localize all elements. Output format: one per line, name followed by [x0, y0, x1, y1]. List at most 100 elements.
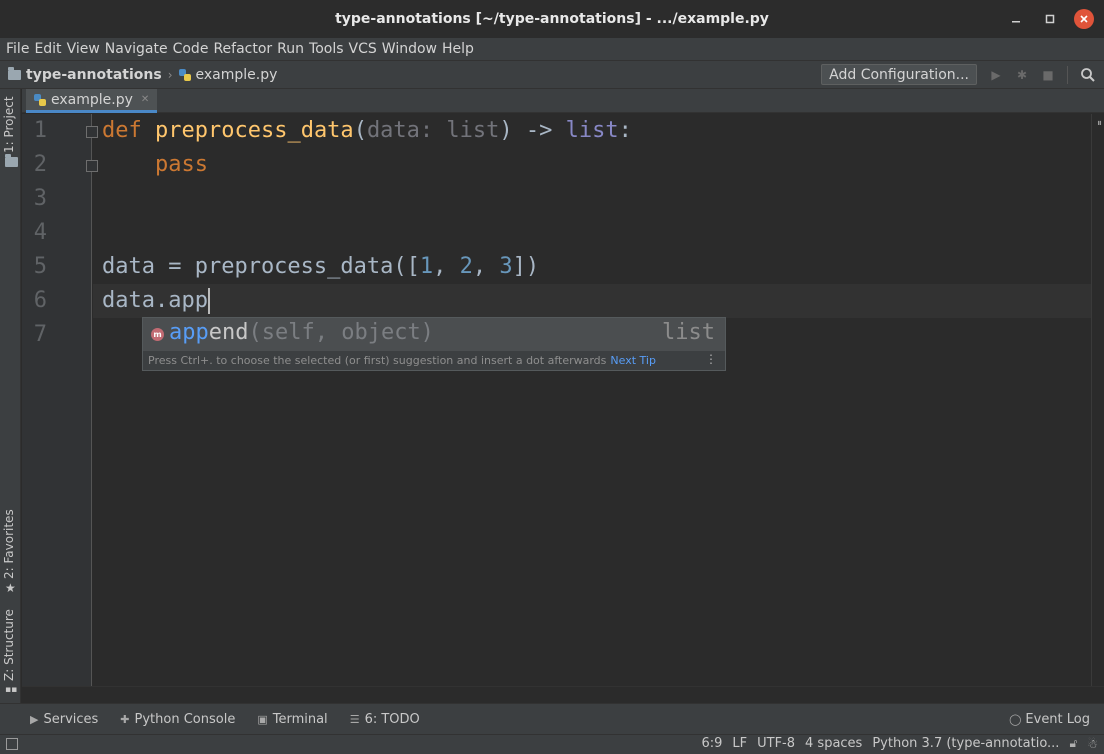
maximize-button[interactable] — [1040, 9, 1060, 29]
caret-position[interactable]: 6:9 — [701, 736, 722, 751]
minimize-icon — [1012, 21, 1020, 23]
services-icon: ▶ — [30, 712, 39, 726]
menu-code[interactable]: Code — [173, 41, 209, 57]
python-console-tool-button[interactable]: ✚ Python Console — [120, 712, 235, 727]
stop-icon[interactable]: ■ — [1041, 68, 1055, 82]
inspector-icon[interactable]: ☃ — [1087, 737, 1098, 751]
menu-vcs[interactable]: VCS — [349, 41, 377, 57]
toolbar-divider — [1067, 65, 1068, 84]
python-file-icon — [178, 68, 191, 81]
close-button[interactable] — [1074, 9, 1094, 29]
terminal-tool-button[interactable]: ▣ Terminal — [257, 712, 327, 727]
next-tip-link[interactable]: Next Tip — [610, 354, 656, 367]
more-options-icon[interactable]: ⋮ — [705, 353, 717, 365]
menu-view[interactable]: View — [67, 41, 100, 57]
number-literal: 2 — [459, 254, 473, 279]
function-name: preprocess_data — [155, 118, 354, 143]
menu-edit[interactable]: Edit — [34, 41, 61, 57]
todo-tool-button[interactable]: ☰ 6: TODO — [350, 712, 420, 727]
return-arrow: -> — [525, 118, 553, 143]
structure-tool-button[interactable]: Z: Structure — [2, 609, 16, 681]
event-log-icon: ◯ — [1009, 713, 1022, 726]
services-label: Services — [43, 711, 99, 727]
left-tool-strip: 1: Project 2: Favorites ★ Z: Structure ▪… — [0, 89, 21, 703]
lock-icon[interactable]: 🔓︎ — [1069, 736, 1077, 751]
code-editor[interactable]: 1 2 3 4 5 6 7 def preprocess_data(data: … — [22, 114, 1104, 686]
method-icon: m — [151, 328, 164, 341]
tab-label: example.py — [51, 91, 133, 108]
services-tool-button[interactable]: ▶ Services — [30, 712, 98, 727]
completion-signature: (self, object) — [248, 320, 434, 345]
project-tool-button[interactable]: 1: Project — [2, 96, 16, 153]
line-number: 3 — [33, 186, 47, 211]
def-colon: : — [618, 118, 632, 143]
parameter-name: data — [366, 118, 420, 143]
file-encoding[interactable]: UTF-8 — [757, 736, 795, 751]
closing-brackets: ]) — [512, 254, 540, 279]
run-icon[interactable]: ▶ — [989, 68, 1003, 82]
editor-tab-bar: example.py ✕ — [22, 89, 1104, 113]
navigation-bar: type-annotations › example.py Add Config… — [0, 60, 1104, 89]
title-bar: type-annotations [~/type-annotations] - … — [0, 0, 1104, 38]
tab-close-icon[interactable]: ✕ — [141, 94, 149, 105]
python-console-icon: ✚ — [120, 712, 130, 726]
menu-file[interactable]: File — [6, 41, 29, 57]
structure-tool-label: Z: Structure — [2, 609, 16, 681]
text-caret — [207, 288, 210, 314]
editor-options-icon[interactable]: ⏸ — [1097, 118, 1102, 129]
completion-item-append[interactable]: m append(self, object) list — [143, 318, 725, 351]
horizontal-scrollbar[interactable] — [22, 686, 1104, 703]
menu-refactor[interactable]: Refactor — [213, 41, 272, 57]
project-tool-label: 1: Project — [2, 96, 16, 153]
indent-setting[interactable]: 4 spaces — [805, 736, 862, 751]
typed-text: data.app — [102, 288, 208, 313]
line-gutter: 1 2 3 4 5 6 7 — [22, 114, 92, 686]
completion-tip: Press Ctrl+. to choose the selected (or … — [148, 354, 656, 367]
keyword-pass: pass — [154, 152, 208, 177]
breadcrumb-file[interactable]: example.py — [178, 66, 278, 83]
tab-example-py[interactable]: example.py ✕ — [26, 89, 158, 113]
breadcrumb-project[interactable]: type-annotations — [8, 66, 162, 83]
event-log-button[interactable]: ◯ Event Log — [1009, 712, 1090, 727]
breadcrumb-file-label: example.py — [195, 66, 278, 83]
bottom-tool-bar: ▶ Services ✚ Python Console ▣ Terminal ☰… — [0, 703, 1104, 734]
minimize-button[interactable] — [1006, 9, 1026, 29]
maximize-icon — [1045, 14, 1055, 24]
python-interpreter[interactable]: Python 3.7 (type-annotatio... — [872, 736, 1059, 751]
menu-navigate[interactable]: Navigate — [105, 41, 168, 57]
breadcrumb-project-label: type-annotations — [26, 66, 162, 83]
tool-window-toggle-icon[interactable] — [6, 738, 18, 750]
paren-open: ( — [353, 118, 367, 143]
code-line-2: pass — [102, 152, 208, 177]
terminal-icon: ▣ — [257, 712, 268, 726]
editor-scrollbar[interactable] — [1091, 114, 1104, 686]
window-title: type-annotations [~/type-annotations] - … — [335, 11, 769, 27]
return-type: list — [565, 118, 619, 143]
number-literal: 1 — [419, 254, 434, 279]
star-icon: ★ — [5, 581, 16, 595]
completion-popup: m append(self, object) list Press Ctrl+.… — [142, 317, 726, 371]
debug-icon[interactable]: ✱ — [1015, 68, 1029, 82]
line-separator[interactable]: LF — [732, 736, 747, 751]
status-bar: 6:9 LF UTF-8 4 spaces Python 3.7 (type-a… — [0, 734, 1104, 754]
fold-marker-icon[interactable] — [86, 126, 98, 138]
run-toolbar: Add Configuration... ▶ ✱ ■ — [821, 64, 1096, 85]
menu-window[interactable]: Window — [382, 41, 437, 57]
completion-rest: end — [208, 320, 249, 345]
menu-help[interactable]: Help — [442, 41, 474, 57]
favorites-tool-button[interactable]: 2: Favorites — [2, 509, 16, 579]
parameter-type: list — [446, 118, 500, 143]
search-icon[interactable] — [1080, 67, 1096, 83]
fold-end-marker-icon[interactable] — [86, 160, 98, 172]
line-number: 5 — [33, 254, 47, 279]
menu-tools[interactable]: Tools — [309, 41, 344, 57]
completion-match: app — [169, 320, 209, 345]
menu-run[interactable]: Run — [277, 41, 304, 57]
line-number: 7 — [33, 322, 47, 347]
code-line-6: data.app — [102, 288, 210, 314]
current-line-highlight — [93, 284, 1104, 318]
menu-bar: File Edit View Navigate Code Refactor Ru… — [0, 38, 1104, 60]
add-configuration-button[interactable]: Add Configuration... — [821, 64, 977, 85]
event-log-label: Event Log — [1025, 712, 1090, 727]
line-number: 1 — [33, 118, 47, 143]
